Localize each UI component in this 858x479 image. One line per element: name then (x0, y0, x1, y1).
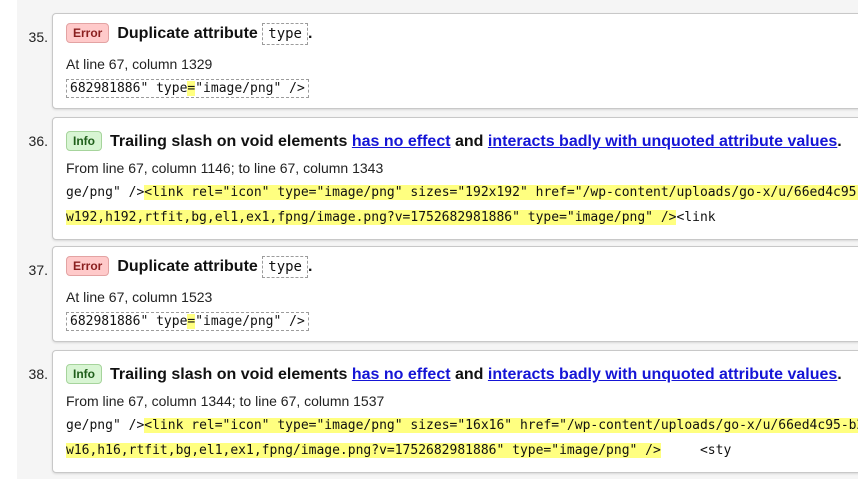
source-extract-line-1: ge/png" /><link rel="icon" type="image/p… (66, 418, 858, 433)
info-badge: Info (66, 364, 102, 384)
message-location: At line 67, column 1329 (66, 56, 213, 72)
message-number: 37. (28, 262, 48, 278)
message-location: From line 67, column 1146; to line 67, c… (66, 160, 384, 176)
extract-pre: 682981886" type (70, 314, 188, 329)
message-trailing: . (307, 25, 313, 42)
message-item-error: Error Duplicate attribute type. At line 6… (52, 13, 858, 109)
interacts-badly-link[interactable]: interacts badly with unquoted attribute … (488, 133, 837, 150)
interacts-badly-link[interactable]: interacts badly with unquoted attribute … (488, 366, 837, 383)
message-number: 36. (28, 133, 48, 149)
source-extract-line-2: w192,h192,rtfit,bg,el1,ex1,fpng/image.pn… (66, 210, 716, 225)
attribute-code: type (262, 23, 308, 45)
has-no-effect-link[interactable]: has no effect (352, 366, 451, 383)
message-trailing: . (307, 258, 313, 275)
message-location: At line 67, column 1523 (66, 289, 213, 305)
extract-post: <sty (660, 443, 732, 458)
extract-pre: ge/png" /> (66, 418, 145, 433)
message-trailing: . (837, 366, 842, 383)
extract-highlight: <link rel="icon" type="image/png" sizes=… (144, 418, 858, 433)
message-text: Duplicate attribute (117, 258, 258, 275)
extract-highlight: <link rel="icon" type="image/png" sizes=… (144, 185, 858, 200)
extract-highlight: w192,h192,rtfit,bg,el1,ex1,fpng/image.pn… (66, 210, 677, 225)
message-item-info: Info Trailing slash on void elements has … (52, 117, 858, 240)
message-text: Duplicate attribute (117, 25, 258, 42)
message-text-mid: and (455, 133, 484, 150)
source-extract: 682981886" type="image/png" /> (66, 79, 309, 98)
message-headline: Info Trailing slash on void elements has … (66, 131, 842, 151)
has-no-effect-link[interactable]: has no effect (352, 133, 451, 150)
extract-highlight: w16,h16,rtfit,bg,el1,ex1,fpng/image.png?… (66, 443, 661, 458)
message-text: Trailing slash on void elements (110, 366, 348, 383)
message-headline: Error Duplicate attribute type. (66, 256, 312, 278)
error-badge: Error (66, 23, 110, 43)
error-badge: Error (66, 256, 110, 276)
source-extract-line-1: ge/png" /><link rel="icon" type="image/p… (66, 185, 858, 200)
attribute-code: type (262, 256, 308, 278)
message-trailing: . (837, 133, 842, 150)
message-text: Trailing slash on void elements (110, 133, 348, 150)
extract-pre: 682981886" type (70, 81, 188, 96)
message-text-mid: and (455, 366, 484, 383)
message-headline: Info Trailing slash on void elements has … (66, 364, 842, 384)
source-extract: 682981886" type="image/png" /> (66, 312, 309, 331)
message-number: 38. (28, 366, 48, 382)
message-location: From line 67, column 1344; to line 67, c… (66, 393, 385, 409)
extract-post: "image/png" /> (195, 314, 305, 329)
extract-post: <link (676, 210, 716, 225)
info-badge: Info (66, 131, 102, 151)
message-item-error: Error Duplicate attribute type. At line 6… (52, 246, 858, 342)
source-extract-line-2: w16,h16,rtfit,bg,el1,ex1,fpng/image.png?… (66, 443, 731, 458)
message-headline: Error Duplicate attribute type. (66, 23, 312, 45)
extract-post: "image/png" /> (195, 81, 305, 96)
extract-pre: ge/png" /> (66, 185, 145, 200)
message-number: 35. (28, 29, 48, 45)
message-item-info: Info Trailing slash on void elements has … (52, 350, 858, 473)
